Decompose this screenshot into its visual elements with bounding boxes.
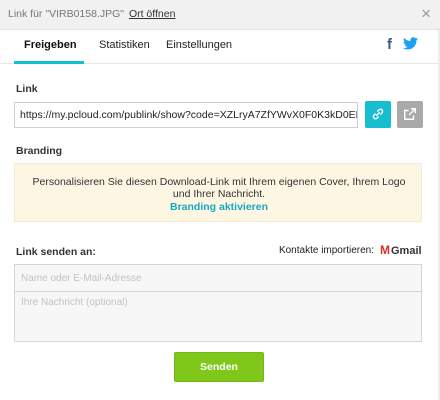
tab-settings[interactable]: Einstellungen [166,39,232,51]
send-button[interactable]: Senden [174,352,264,382]
branding-panel: Personalisieren Sie diesen Download-Link… [14,163,422,222]
branding-description: Personalisieren Sie diesen Download-Link… [32,176,406,200]
gmail-import-button[interactable]: MGmail [380,243,422,257]
dialog-title-text: Link für "VIRB0158.JPG" [8,8,125,20]
dialog-titlebar: Link für "VIRB0158.JPG" Ort öffnen × [0,0,440,30]
gmail-icon: M [380,243,390,257]
link-icon [372,108,384,120]
active-tab-indicator [14,61,84,64]
close-icon[interactable]: × [421,5,431,22]
tab-share[interactable]: Freigeben [24,39,77,51]
activate-branding-link[interactable]: Branding aktivieren [15,201,423,213]
open-link-button[interactable] [397,101,423,128]
twitter-icon[interactable] [403,37,418,54]
branding-heading: Branding [16,145,63,157]
share-link-field[interactable]: https://my.pcloud.com/publink/show?code=… [14,102,358,128]
tab-bar: Freigeben Statistiken Einstellungen [0,30,440,64]
message-input[interactable] [14,292,422,342]
gmail-label: Gmail [391,245,422,257]
facebook-icon[interactable]: f [387,36,392,53]
recipient-input[interactable] [14,264,422,292]
import-contacts-label: Kontakte importieren: [278,245,374,256]
dialog-title: Link für "VIRB0158.JPG" Ort öffnen [8,8,175,20]
send-link-heading: Link senden an: [16,246,96,258]
link-heading: Link [16,83,38,95]
copy-link-button[interactable] [365,101,391,128]
tab-statistics[interactable]: Statistiken [99,39,150,51]
open-location-link[interactable]: Ort öffnen [129,8,176,20]
external-link-icon [404,108,416,120]
